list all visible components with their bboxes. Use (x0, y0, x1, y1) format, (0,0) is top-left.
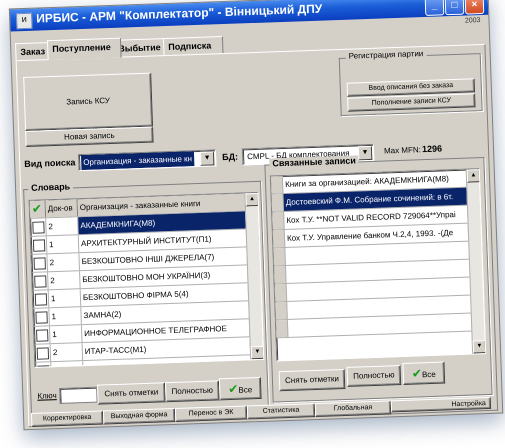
tab-settings[interactable]: Настройка (390, 396, 492, 413)
chevron-down-icon[interactable]: ▼ (199, 151, 215, 166)
checkmark-icon: ✔ (228, 381, 239, 397)
tab-statistics[interactable]: Статистика (246, 403, 316, 420)
linked-all-label: Все (421, 369, 436, 380)
close-icon[interactable]: × (464, 0, 485, 15)
registration-group-label: Регистрация партии (345, 48, 427, 61)
window-title: ИРБИС - АРМ "Комплектатор" - Вінницький … (35, 1, 323, 26)
row-checkbox[interactable] (33, 257, 46, 270)
ksu-record-button[interactable]: Запись КСУ (23, 72, 154, 132)
chevron-down-icon[interactable]: ▼ (357, 145, 373, 161)
linked-clear-marks-button[interactable]: Снять отметки (278, 369, 346, 392)
scroll-up-icon[interactable]: ▲ (245, 192, 259, 207)
linked-records-group: Связанные записи Книги за организацией: … (264, 155, 493, 403)
title-bar[interactable]: И ИРБИС - АРМ "Комплектатор" - Вінницьки… (9, 0, 489, 32)
row-count: 2 (48, 271, 81, 290)
row-count: 2 (47, 253, 80, 272)
key-input[interactable] (59, 386, 98, 404)
row-count: 1 (46, 235, 80, 254)
max-mfn-label: Max MFN: (383, 145, 422, 156)
scroll-down-icon[interactable]: ▼ (250, 345, 265, 360)
tab-edit[interactable]: Корректировка (30, 410, 104, 427)
tab-panel-receipt: Запись КСУ Новая запись Регистрация парт… (15, 43, 499, 428)
replenish-ksu-button[interactable]: Пополнение записи КСУ (347, 93, 476, 112)
row-checkbox[interactable] (32, 221, 45, 234)
new-record-button[interactable]: Новая запись (25, 126, 154, 148)
dictionary-group: Словарь ✔ Док-ов Организация - заказанны… (23, 180, 269, 417)
row-count: 1 (48, 289, 82, 308)
row-count: 1 (49, 325, 83, 344)
check-all-header[interactable]: ✔ (29, 200, 47, 218)
row-checkbox[interactable] (36, 329, 49, 342)
app-window: И ИРБИС - АРМ "Комплектатор" - Вінницьки… (8, 0, 504, 431)
row-checkbox[interactable] (32, 239, 46, 252)
checkmark-icon: ✔ (411, 366, 423, 381)
linked-full-button[interactable]: Полностью (346, 365, 402, 387)
db-label: БД: (221, 151, 239, 163)
tab-receipt[interactable]: Поступление (46, 37, 122, 61)
dict-all-label: Все (238, 385, 253, 395)
search-type-select[interactable]: Организация - заказанные кн ▼ (77, 149, 217, 172)
search-type-value: Организация - заказанные кн (80, 151, 195, 171)
screenshot-stage: И ИРБИС - АРМ "Комплектатор" - Вінницьки… (0, 0, 505, 448)
dict-clear-marks-button[interactable]: Снять отметки (96, 382, 166, 405)
version-code: 2003 (464, 17, 481, 25)
maximize-icon[interactable]: □ (444, 0, 465, 16)
search-type-label: Вид поиска (24, 157, 76, 170)
dictionary-grid[interactable]: ✔ Док-ов Организация - заказанные книги … (28, 191, 265, 368)
dictionary-group-label: Словарь (27, 181, 74, 193)
app-icon: И (15, 12, 33, 30)
row-checkbox[interactable] (34, 293, 48, 306)
dict-all-button[interactable]: ✔Все (218, 376, 262, 401)
main-tabs: Заказ Поступление Выбытие Подписка (15, 36, 224, 61)
tab-subscription[interactable]: Подписка (162, 36, 224, 56)
minimize-icon[interactable]: _ (424, 0, 445, 16)
scroll-up-icon[interactable]: ▲ (466, 169, 481, 183)
row-checkbox[interactable] (36, 347, 50, 360)
checkmark-icon: ✔ (31, 201, 43, 216)
linked-records-grid[interactable]: Книги за организацией: АКАДЕМКНИГА(М8) Д… (269, 168, 487, 362)
linked-records-label: Связанные записи (269, 155, 359, 169)
max-mfn-value: 1296 (421, 143, 443, 155)
row-count: 2 (51, 361, 84, 368)
dict-full-button[interactable]: Полностью (164, 380, 220, 403)
row-checkbox[interactable] (34, 275, 47, 288)
row-checkbox[interactable] (37, 365, 50, 368)
key-label: Ключ (37, 391, 57, 401)
tab-transfer-ek[interactable]: Перенос в ЭК (174, 405, 248, 422)
row-checkbox[interactable] (35, 311, 48, 324)
scroll-down-icon[interactable]: ▼ (472, 340, 487, 354)
row-count: 2 (50, 343, 84, 362)
tab-output-form[interactable]: Выходная форма (102, 407, 176, 425)
count-column-header[interactable]: Док-ов (45, 199, 79, 218)
linked-all-button[interactable]: ✔Все (402, 361, 446, 385)
row-count: 2 (46, 217, 79, 236)
tab-global[interactable]: Глобальная (314, 400, 392, 418)
registration-group: Регистрация партии Ввод описания без зак… (338, 48, 483, 116)
row-count: 1 (49, 307, 82, 326)
